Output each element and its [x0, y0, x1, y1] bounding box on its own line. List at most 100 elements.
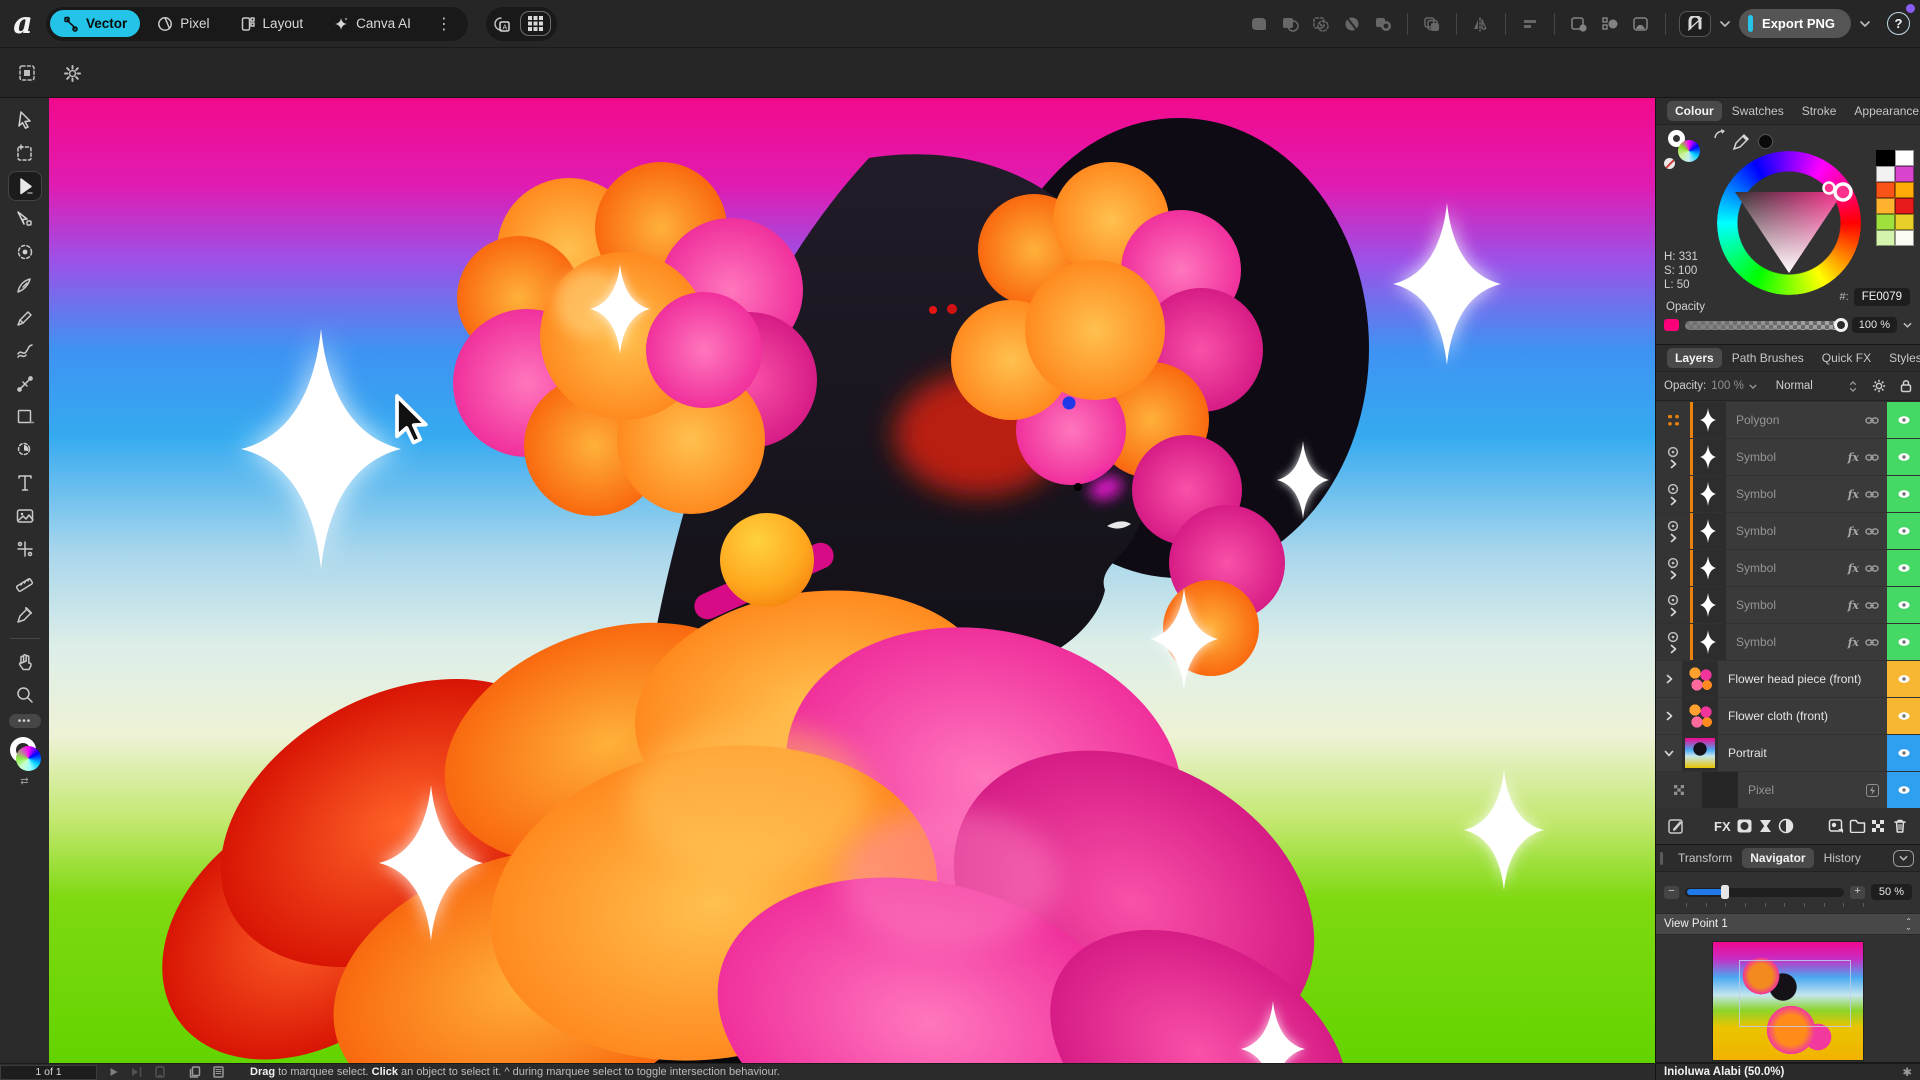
blend-mode-select[interactable]: Normal [1776, 380, 1813, 392]
expand-chevron-icon[interactable] [1670, 533, 1677, 543]
layer-thumbnail[interactable] [1702, 772, 1738, 808]
fx-icon[interactable]: FX [1713, 818, 1734, 834]
layer-name[interactable]: Flower head piece (front) [1728, 672, 1879, 686]
fx-badge[interactable]: fx [1848, 562, 1859, 575]
more-personas-icon[interactable]: ⋮ [428, 14, 458, 34]
alignment-icon[interactable] [1519, 13, 1541, 35]
page-list-icon[interactable] [213, 1066, 224, 1078]
opacity-value-field[interactable]: 100 % [1852, 317, 1897, 333]
colour-swatch[interactable] [1895, 182, 1914, 198]
layer-row[interactable]: Symbol fx [1656, 587, 1920, 623]
colour-swatch[interactable] [1876, 198, 1895, 214]
layer-row[interactable]: Flower cloth (front) [1656, 698, 1920, 734]
colour-swatch[interactable] [1876, 214, 1895, 230]
next-page-icon[interactable] [131, 1067, 143, 1077]
snapping-magnet-icon[interactable] [1679, 11, 1711, 37]
play-pages-icon[interactable] [109, 1067, 119, 1077]
tab-quick-fx[interactable]: Quick FX [1814, 348, 1879, 368]
fx-badge[interactable]: fx [1848, 525, 1859, 538]
layer-thumbnail[interactable] [1690, 550, 1726, 586]
group-icon[interactable] [1847, 819, 1868, 833]
link-badge-icon[interactable] [1865, 527, 1879, 536]
point-transform-tool-icon[interactable] [9, 535, 41, 563]
link-badge-icon[interactable] [1865, 601, 1879, 610]
tab-history[interactable]: History [1816, 848, 1869, 868]
link-badge-icon[interactable] [1865, 416, 1879, 425]
selection-brush-tool-icon[interactable] [9, 238, 41, 266]
auto-select-icon[interactable]: A [492, 15, 512, 33]
colour-swatch[interactable] [1895, 198, 1914, 214]
colour-swatch[interactable] [1895, 166, 1914, 182]
layer-visibility-toggle[interactable] [1887, 550, 1920, 586]
layer-visibility-toggle[interactable] [1887, 402, 1920, 438]
expand-chevron-icon[interactable] [1670, 459, 1677, 469]
layer-row[interactable]: Symbol fx [1656, 476, 1920, 512]
colour-swatch[interactable] [1876, 230, 1895, 246]
expand-chevron-icon[interactable] [1666, 674, 1673, 684]
layer-thumbnail[interactable] [1690, 439, 1726, 475]
layer-visibility-toggle[interactable] [1887, 661, 1920, 697]
link-badge-icon[interactable] [1865, 638, 1879, 647]
image-tool-icon[interactable] [9, 502, 41, 530]
settings-gear-icon[interactable] [64, 65, 81, 82]
fx-badge[interactable]: fx [1848, 488, 1859, 501]
persona-tab-pixel[interactable]: Pixel [144, 10, 222, 37]
layer-thumbnail[interactable] [1690, 587, 1726, 623]
expand-chevron-icon[interactable] [1666, 711, 1673, 721]
node-tool-icon[interactable] [9, 205, 41, 233]
insert-behind-icon[interactable] [1568, 13, 1590, 35]
layer-row[interactable]: Symbol fx [1656, 513, 1920, 549]
swap-fill-stroke-icon[interactable] [1713, 128, 1729, 142]
layer-settings-gear-icon[interactable] [1872, 379, 1886, 393]
persona-tab-layout[interactable]: Layout [227, 10, 317, 37]
layer-row[interactable]: Symbol fx [1656, 624, 1920, 660]
tab-colour[interactable]: Colour [1667, 101, 1722, 121]
opacity-slider-handle[interactable] [1834, 318, 1848, 332]
tab-appearance[interactable]: Appearance [1846, 101, 1920, 121]
view-point-selector[interactable]: View Point 1 ⌃⌃ [1656, 913, 1920, 935]
symbol-target-icon[interactable] [1667, 446, 1679, 458]
snapping-chevron-icon[interactable] [1720, 21, 1730, 27]
edit-layer-icon[interactable] [1666, 817, 1687, 835]
panel-drag-handle[interactable] [1660, 852, 1663, 865]
knife-tool-icon[interactable] [9, 370, 41, 398]
expand-chevron-icon[interactable] [1670, 496, 1677, 506]
select-tool-icon[interactable] [9, 172, 41, 200]
layer-thumbnail[interactable] [1682, 735, 1718, 771]
link-badge-icon[interactable] [1865, 453, 1879, 462]
marquee-tool-icon[interactable] [9, 139, 41, 167]
zoom-in-button[interactable]: + [1850, 886, 1865, 899]
layer-visibility-toggle[interactable] [1887, 587, 1920, 623]
fill-color-icon[interactable] [16, 746, 41, 771]
layer-row[interactable]: Portrait [1656, 735, 1920, 771]
collapse-chevron-icon[interactable] [1664, 750, 1674, 757]
layer-opacity-value[interactable]: 100 % [1711, 380, 1744, 392]
blend-stepper-icon[interactable] [1849, 381, 1857, 392]
layer-thumbnail[interactable] [1682, 698, 1718, 734]
boolean-add-icon[interactable] [1248, 13, 1270, 35]
layer-thumbnail[interactable] [1690, 624, 1726, 660]
export-png-button[interactable]: Export PNG [1739, 9, 1851, 38]
device-preview-icon[interactable] [155, 1066, 165, 1078]
symbol-target-icon[interactable] [1667, 483, 1679, 495]
zoom-slider[interactable] [1685, 888, 1844, 897]
layer-visibility-toggle[interactable] [1887, 513, 1920, 549]
link-badge-icon[interactable] [1865, 564, 1879, 573]
layer-name[interactable]: Polygon [1736, 413, 1865, 427]
symbol-target-icon[interactable] [1667, 594, 1679, 606]
layer-name[interactable]: Symbol [1736, 598, 1848, 612]
more-tools-button[interactable]: ••• [9, 714, 41, 728]
layer-visibility-toggle[interactable] [1887, 439, 1920, 475]
fx-badge[interactable]: fx [1848, 599, 1859, 612]
layer-name[interactable]: Symbol [1736, 450, 1848, 464]
grid-icon[interactable] [520, 11, 551, 36]
layer-name[interactable]: Flower cloth (front) [1728, 709, 1879, 723]
tab-navigator[interactable]: Navigator [1742, 848, 1813, 868]
layer-row[interactable]: Symbol fx [1656, 439, 1920, 475]
expand-chevron-icon[interactable] [1670, 570, 1677, 580]
boolean-combine-icon[interactable] [1372, 13, 1394, 35]
layer-visibility-toggle[interactable] [1887, 698, 1920, 734]
colour-swatch[interactable] [1876, 166, 1895, 182]
persona-tab-vector[interactable]: Vector [50, 10, 140, 37]
layer-thumbnail[interactable] [1682, 661, 1718, 697]
